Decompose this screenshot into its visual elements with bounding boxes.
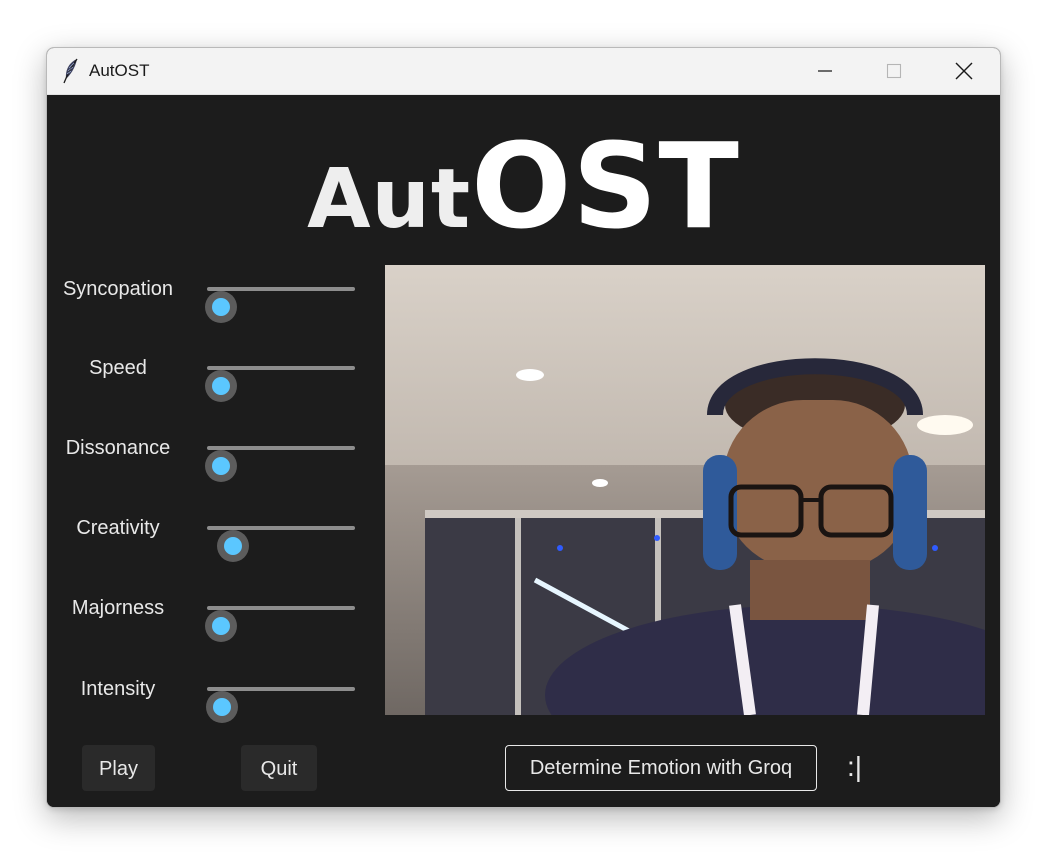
slider-thumb[interactable] [205,370,237,402]
slider-label: Dissonance [65,437,171,459]
slider-majorness: Majorness [47,588,367,642]
main-content: AutOST Syncopation Speed Dissonance Crea… [47,95,1000,807]
slider-dissonance: Dissonance [47,428,367,482]
close-icon [955,62,973,80]
webcam-image [385,265,985,715]
minimize-button[interactable] [790,48,860,94]
window-title: AutOST [89,61,150,80]
slider-label: Creativity [76,517,160,539]
app-logo: AutOST [47,117,1000,255]
slider-track[interactable] [206,687,355,723]
slider-label: Speed [89,357,147,379]
emotion-indicator: :| [847,751,863,782]
determine-emotion-button[interactable]: Determine Emotion with Groq [505,745,817,791]
quit-button[interactable]: Quit [241,745,317,791]
app-window: AutOST AutOST Syncopation Speed Dissonan… [46,47,1001,808]
slider-thumb[interactable] [217,530,249,562]
slider-track[interactable] [205,446,355,482]
slider-thumb[interactable] [205,291,237,323]
minimize-icon [818,70,832,72]
slider-intensity: Intensity [47,669,367,723]
maximize-icon [886,63,902,79]
webcam-feed [385,265,985,715]
slider-thumb[interactable] [206,691,239,723]
slider-syncopation: Syncopation [47,269,367,323]
slider-label: Majorness [71,597,165,619]
slider-track[interactable] [205,606,355,642]
slider-track[interactable] [205,366,355,402]
slider-label: Intensity [80,678,156,700]
slider-label: Syncopation [62,278,174,300]
slider-track[interactable] [207,526,355,562]
slider-speed: Speed [47,348,367,402]
slider-creativity: Creativity [47,508,367,562]
play-button[interactable]: Play [82,745,155,791]
logo-part-aut: Aut [307,152,472,247]
slider-track[interactable] [205,287,355,323]
feather-icon [63,58,78,84]
slider-thumb[interactable] [205,450,237,482]
title-bar[interactable]: AutOST [47,48,1000,95]
maximize-button[interactable] [859,48,929,94]
close-button[interactable] [929,48,999,94]
logo-part-ost: OST [471,117,740,255]
slider-thumb[interactable] [205,610,237,642]
